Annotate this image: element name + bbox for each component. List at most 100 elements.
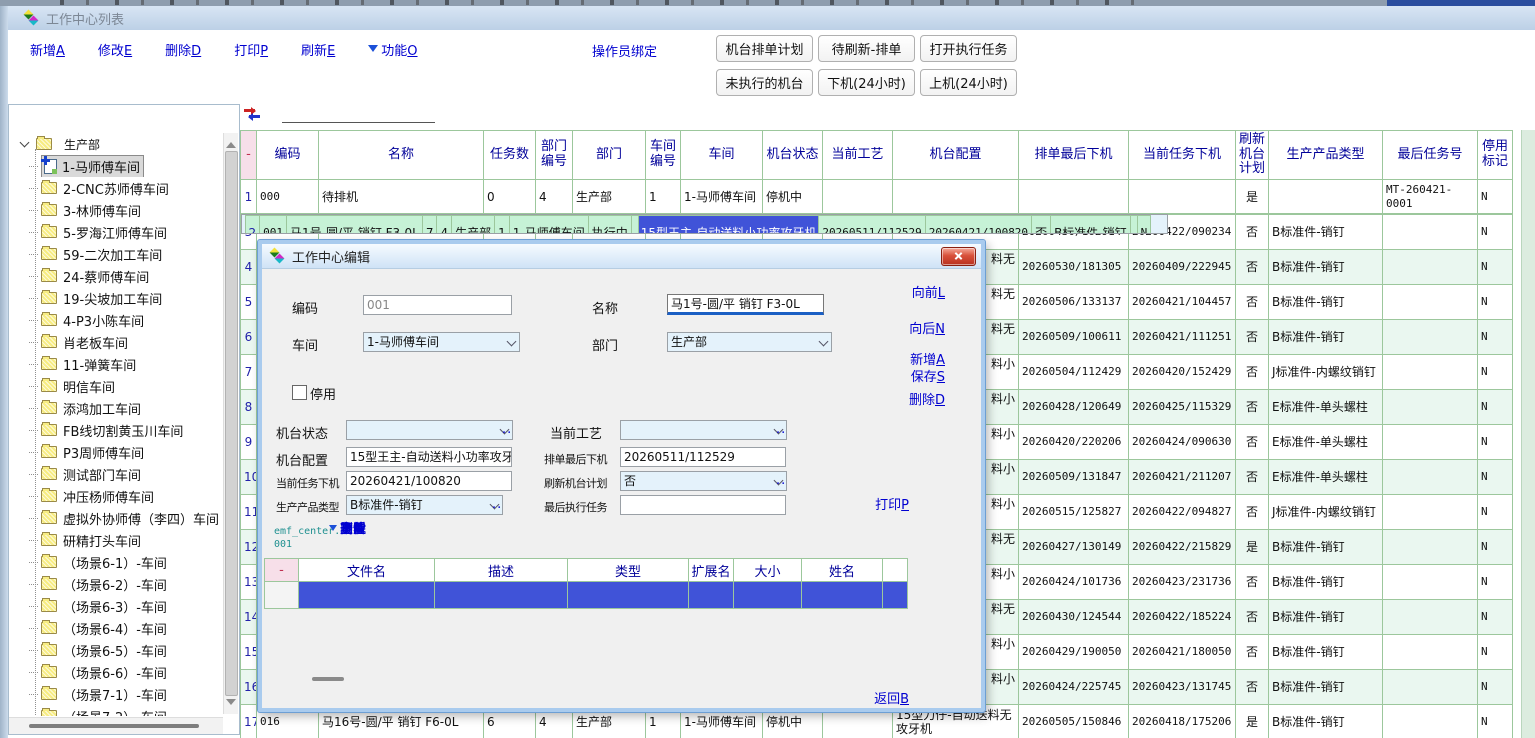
cell[interactable]: 20260425/115329 (1129, 390, 1236, 425)
cell[interactable]: 7 (241, 355, 257, 390)
last-task-field[interactable] (620, 495, 786, 515)
tree-root-production-dept[interactable]: 生产部 (9, 133, 223, 155)
cell[interactable] (1019, 180, 1129, 214)
cell[interactable]: J标准件-内螺纹销钉 (1269, 495, 1383, 530)
tree-item[interactable]: 59-二次加工车间 (9, 243, 223, 265)
tree-item[interactable]: 肖老板车间 (9, 331, 223, 353)
close-icon[interactable] (941, 247, 976, 266)
cell[interactable]: MT-260421-0001 (1383, 180, 1478, 214)
cell[interactable]: 6 (241, 320, 257, 355)
cell[interactable]: N (1478, 180, 1513, 214)
cell[interactable]: 否 (1236, 285, 1269, 320)
cell[interactable]: N (1478, 600, 1513, 635)
cell[interactable]: B标准件-销钉 (1269, 635, 1383, 670)
attachment-cell[interactable] (568, 582, 689, 609)
tree-item[interactable]: 19-尖坡加工车间 (9, 287, 223, 309)
cell[interactable]: 10 (241, 460, 257, 495)
process-browse[interactable]: .. (776, 422, 786, 437)
disable-checkbox[interactable] (292, 385, 307, 400)
dialog-nav-s[interactable]: 保存S (911, 366, 945, 385)
cell[interactable]: 15型王主-自动送料小功率攻牙机 (638, 216, 819, 235)
tree-item[interactable]: P3周师傅车间 (9, 441, 223, 463)
cell[interactable]: B标准件-销钉 (1269, 600, 1383, 635)
cell[interactable]: N (1137, 216, 1151, 235)
attachment-cell[interactable] (802, 582, 883, 609)
cell[interactable]: 20260509/100611 (1019, 320, 1129, 355)
tree-item[interactable]: 1-马师傅车间 (9, 155, 223, 177)
cell[interactable]: 20260423/131745 (1129, 670, 1236, 705)
cell[interactable]: 是 (1236, 530, 1269, 565)
task-down-field[interactable]: 20260421/100820 (346, 471, 512, 491)
back-link-inner[interactable]: 返回B (874, 688, 909, 707)
toolbar-link-p[interactable]: 打印P (234, 40, 268, 59)
cell[interactable]: J标准件-内螺纹销钉 (1269, 355, 1383, 390)
tree-item[interactable]: 虚拟外协师傅（李四）车间 (9, 507, 223, 529)
cell[interactable]: 8 (241, 390, 257, 425)
tree-item[interactable]: 5-罗海江师傅车间 (9, 221, 223, 243)
tree-item[interactable]: 研精打头车间 (9, 529, 223, 551)
tree-horizontal-scrollbar[interactable] (9, 717, 223, 734)
cell[interactable]: 否 (1236, 355, 1269, 390)
cell[interactable]: 20260504/112429 (1019, 355, 1129, 390)
toolbar-link-e[interactable]: 刷新E (301, 40, 335, 59)
scroll-up-icon[interactable] (226, 137, 236, 148)
cell[interactable]: 否 (1236, 250, 1269, 285)
cell[interactable]: 否 (1236, 425, 1269, 460)
toolbar-button[interactable]: 未执行的机台 (716, 69, 813, 96)
cell[interactable]: 20260427/130149 (1019, 530, 1129, 565)
cell[interactable]: 20260530/181305 (1019, 250, 1129, 285)
cell[interactable]: N (1478, 390, 1513, 425)
toolbar-button[interactable]: 上机(24小时) (920, 69, 1017, 96)
machine-status-select[interactable] (346, 420, 513, 440)
cell[interactable]: N (1478, 250, 1513, 285)
dialog-nav-d[interactable]: 删除D (909, 389, 945, 408)
scroll-down-icon[interactable] (226, 699, 236, 710)
cell[interactable]: 20260430/124544 (1019, 600, 1129, 635)
cell[interactable]: 20260505/150846 (1019, 705, 1129, 738)
cell[interactable]: 否 (1236, 495, 1269, 530)
cell[interactable]: B标准件-销钉 (1269, 565, 1383, 600)
cell[interactable]: 生产部 (452, 216, 495, 235)
dialog-nav-l[interactable]: 向前L (912, 282, 945, 301)
cell[interactable]: N (1478, 215, 1513, 250)
cell[interactable]: N (1478, 565, 1513, 600)
cell[interactable] (1383, 390, 1478, 425)
tree-item[interactable]: （场景6-6）-车间 (9, 661, 223, 683)
cell[interactable]: 16 (241, 670, 257, 705)
cell[interactable] (631, 216, 638, 235)
cell[interactable] (1383, 530, 1478, 565)
cell[interactable]: B标准件-销钉 (1269, 250, 1383, 285)
cell[interactable]: 20260422/094827 (1129, 495, 1236, 530)
cell[interactable] (1383, 705, 1478, 738)
cell[interactable] (1269, 180, 1383, 214)
cell[interactable]: 20260420/220206 (1019, 425, 1129, 460)
tree-item[interactable]: （场景7-1）-车间 (9, 683, 223, 705)
cell[interactable] (1383, 425, 1478, 460)
cell[interactable]: 14 (241, 600, 257, 635)
cell[interactable] (1383, 460, 1478, 495)
cell[interactable] (1383, 250, 1478, 285)
cell[interactable]: 20260424/090630 (1129, 425, 1236, 460)
cell[interactable] (1383, 635, 1478, 670)
toolbar-link-a[interactable]: 新增A (30, 40, 65, 59)
print-link-inner[interactable]: 打印P (875, 494, 909, 513)
cell[interactable] (1383, 495, 1478, 530)
attachment-cell[interactable] (435, 582, 568, 609)
cell[interactable]: 20260421/111251 (1129, 320, 1236, 355)
cell[interactable]: B标准件-销钉 (1269, 320, 1383, 355)
dialog-scrollbar-thumb[interactable] (312, 677, 344, 681)
cell[interactable]: 执行中 (588, 216, 631, 235)
function-menu-link[interactable]: 功能O (368, 40, 417, 59)
refresh-plan-browse[interactable]: .. (776, 473, 786, 488)
cell[interactable]: 20260421/211207 (1129, 460, 1236, 495)
tree-item[interactable]: （场景6-1）-车间 (9, 551, 223, 573)
cell[interactable] (1129, 180, 1236, 214)
tree-item[interactable]: 2-CNC苏师傅车间 (9, 177, 223, 199)
cell[interactable]: 20260424/101736 (1019, 565, 1129, 600)
toolbar-button[interactable]: 下机(24小时) (818, 69, 915, 96)
cell[interactable]: 1 (241, 180, 257, 214)
cell[interactable]: N (1478, 705, 1513, 738)
prod-type-browse[interactable]: .. (492, 497, 502, 512)
cell[interactable]: E标准件-单头螺柱 (1269, 390, 1383, 425)
cell[interactable]: 否 (1236, 215, 1269, 250)
